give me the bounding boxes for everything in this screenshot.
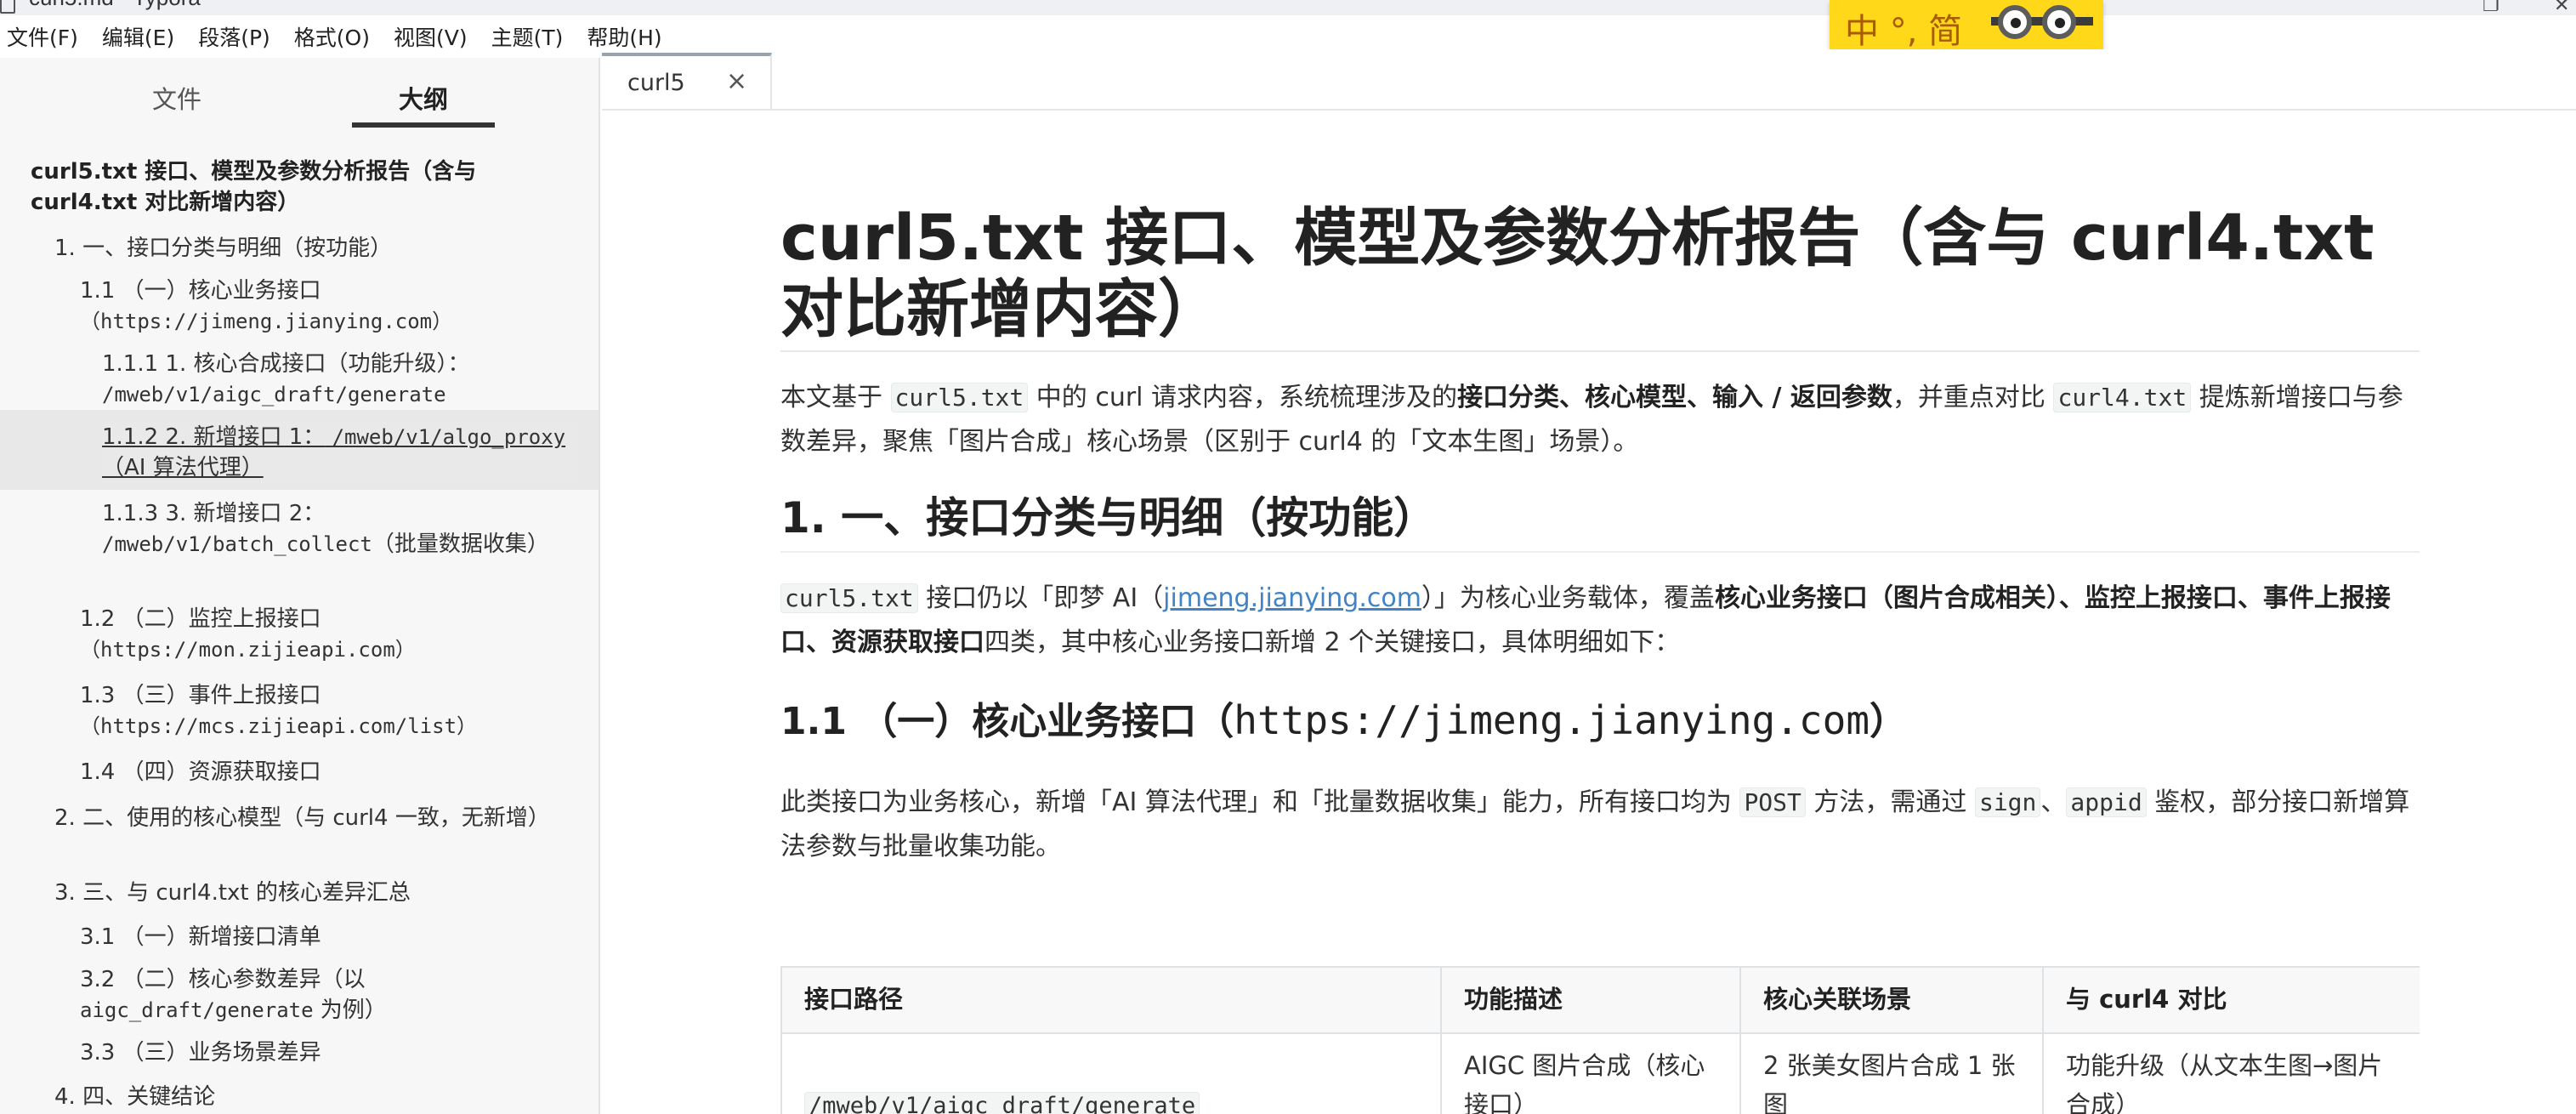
document-title[interactable]: curl5.txt 接口、模型及参数分析报告（含与 curl4.txt 对比新增… <box>780 202 2420 352</box>
table-header-cell[interactable]: 接口路径 <box>780 966 1442 1034</box>
outline-item[interactable]: 3.2 （二）核心参数差异（以 aigc_draft/generate 为例） <box>80 964 488 1026</box>
outline-item[interactable]: curl5.txt 接口、模型及参数分析报告（含与 curl4.txt 对比新增… <box>31 156 507 218</box>
menu-theme[interactable]: 主题(T) <box>491 21 564 52</box>
active-tab-indicator <box>352 122 495 128</box>
editor-tab-bar: curl5 × <box>602 49 2576 111</box>
file-tab-curl5[interactable]: curl5 × <box>602 53 772 109</box>
table-header-cell[interactable]: 核心关联场景 <box>1739 966 2044 1034</box>
table-row: /mweb/v1/aigc_draft/generate AIGC 图片合成（核… <box>780 1032 2420 1114</box>
title-bar: curl5.md - Typora ❐ ✕ <box>0 0 2576 15</box>
table-header-cell[interactable]: 与 curl4 对比 <box>2042 966 2420 1034</box>
subsection-paragraph[interactable]: 此类接口为业务核心，新增「AI 算法代理」和「批量数据收集」能力，所有接口均为 … <box>780 781 2420 869</box>
close-window-icon[interactable]: ✕ <box>2554 0 2569 15</box>
section-1-paragraph[interactable]: curl5.txt 接口仍以「即梦 AI（jimeng.jianying.com… <box>780 577 2420 665</box>
window-title: curl5.md - Typora <box>29 0 201 11</box>
subsection-heading-1-1[interactable]: 1.1 （一）核心业务接口（https://jimeng.jianying.co… <box>780 694 2420 748</box>
outline-item[interactable]: 3.3 （三）业务场景差异 <box>80 1037 556 1068</box>
jimeng-link[interactable]: jimeng.jianying.com <box>1163 583 1421 613</box>
outline-item[interactable]: 1. 一、接口分类与明细（按功能） <box>54 233 565 264</box>
outline-item[interactable]: 1.1 （一）核心业务接口 （https://jimeng.jianying.c… <box>80 276 522 337</box>
table-header-cell[interactable]: 功能描述 <box>1440 966 1741 1034</box>
table-header-row: 接口路径 功能描述 核心关联场景 与 curl4 对比 <box>780 966 2420 1034</box>
intro-paragraph[interactable]: 本文基于 curl5.txt 中的 curl 请求内容，系统梳理涉及的接口分类、… <box>780 376 2420 464</box>
outline-item[interactable]: 1.3 （三）事件上报接口 （https://mcs.zijieapi.com/… <box>80 680 590 742</box>
outline-item[interactable]: 4. 四、关键结论 <box>54 1082 531 1112</box>
outline-item[interactable]: 1.4 （四）资源获取接口 <box>80 757 556 787</box>
menu-paragraph[interactable]: 段落(P) <box>198 21 270 52</box>
outline-item[interactable]: 3. 三、与 curl4.txt 的核心差异汇总 <box>54 878 565 908</box>
api-table[interactable]: 接口路径 功能描述 核心关联场景 与 curl4 对比 /mweb/v1/aig… <box>780 966 2420 1114</box>
menu-view[interactable]: 视图(V) <box>394 21 468 52</box>
document-body[interactable]: curl5.txt 接口、模型及参数分析报告（含与 curl4.txt 对比新增… <box>780 111 2420 1114</box>
sidebar-tabs: 文件 大纲 <box>0 58 599 131</box>
outline-item[interactable]: 1.1.1 1. 核心合成接口（功能升级）： /mweb/v1/aigc_dra… <box>102 349 561 410</box>
table-cell[interactable]: 2 张美女图片合成 1 张图 <box>1739 1032 2044 1114</box>
outline-item[interactable]: 1.2 （二）监控上报接口 （https://mon.zijieapi.com） <box>80 604 556 665</box>
outline-item[interactable]: 1.1.3 3. 新增接口 2： /mweb/v1/batch_collect（… <box>102 498 578 560</box>
table-cell[interactable]: AIGC 图片合成（核心接口） <box>1440 1032 1741 1114</box>
outline-item[interactable]: 3.1 （一）新增接口清单 <box>80 922 556 952</box>
menu-format[interactable]: 格式(O) <box>294 21 370 52</box>
tab-outline[interactable]: 大纲 <box>347 80 500 116</box>
restore-icon[interactable]: ❐ <box>2482 0 2499 15</box>
section-heading-1[interactable]: 1. 一、接口分类与明细（按功能） <box>780 488 2420 553</box>
close-tab-icon[interactable]: × <box>726 66 747 96</box>
outline-item[interactable]: 2. 二、使用的核心模型（与 curl4 一致，无新增） <box>54 803 550 833</box>
sidebar: 文件 大纲 curl5.txt 接口、模型及参数分析报告（含与 curl4.tx… <box>0 58 600 1114</box>
table-cell[interactable]: 功能升级（从文本生图→图片合成） <box>2042 1032 2420 1114</box>
menu-help[interactable]: 帮助(H) <box>587 21 661 52</box>
file-tab-label: curl5 <box>627 70 685 96</box>
table-cell[interactable]: /mweb/v1/aigc_draft/generate <box>780 1032 1442 1114</box>
tab-files[interactable]: 文件 <box>100 80 253 116</box>
menu-edit[interactable]: 编辑(E) <box>102 21 174 52</box>
typora-app-icon <box>0 0 15 14</box>
menu-file[interactable]: 文件(F) <box>7 21 78 52</box>
ime-mode-label: 中 °, 简 <box>1845 12 1963 51</box>
outline-item-active[interactable]: 1.1.2 2. 新增接口 1： /mweb/v1/algo_proxy（AI … <box>102 422 578 483</box>
